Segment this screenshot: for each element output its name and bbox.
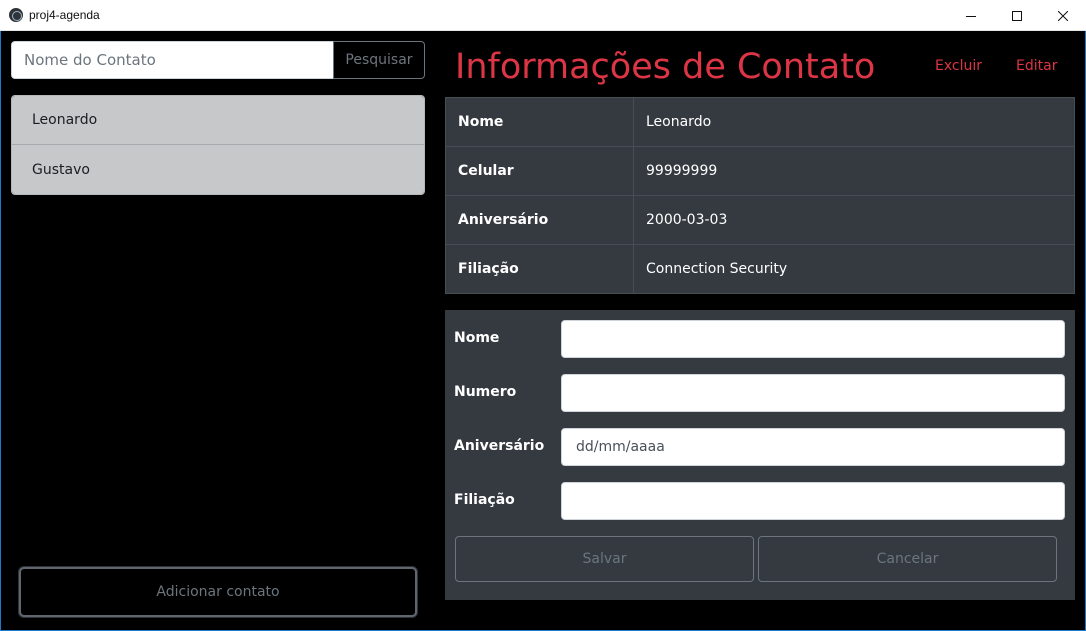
- save-button[interactable]: Salvar: [455, 536, 754, 582]
- maximize-icon[interactable]: [994, 0, 1040, 31]
- close-icon[interactable]: [1040, 0, 1086, 31]
- search-group: Pesquisar: [11, 41, 425, 79]
- info-value: Connection Security: [633, 244, 1075, 294]
- contact-form: Nome Numero Aniversário Filiação Salvar …: [445, 310, 1075, 600]
- table-row: Aniversário 2000-03-03: [445, 195, 1075, 245]
- form-row-birthday: Aniversário: [445, 428, 1075, 466]
- affiliation-label: Filiação: [454, 492, 515, 508]
- window-titlebar: proj4-agenda: [0, 0, 1086, 31]
- info-label: Celular: [445, 146, 634, 196]
- number-field[interactable]: [561, 374, 1065, 412]
- number-label: Numero: [454, 384, 517, 400]
- table-row: Filiação Connection Security: [445, 244, 1075, 294]
- delete-link[interactable]: Excluir: [935, 58, 982, 74]
- form-row-name: Nome: [445, 320, 1075, 358]
- info-value: 2000-03-03: [633, 195, 1075, 245]
- table-row: Nome Leonardo: [445, 97, 1075, 147]
- cancel-button[interactable]: Cancelar: [758, 536, 1057, 582]
- info-label: Nome: [445, 97, 634, 147]
- window-title: proj4-agenda: [29, 8, 100, 22]
- name-field[interactable]: [561, 320, 1065, 358]
- info-label: Filiação: [445, 244, 634, 294]
- app-icon: [9, 8, 23, 22]
- contact-item-leonardo[interactable]: Leonardo: [12, 96, 424, 145]
- add-contact-button[interactable]: Adicionar contato: [19, 567, 417, 617]
- search-input[interactable]: [11, 41, 333, 79]
- contact-item-gustavo[interactable]: Gustavo: [12, 145, 424, 194]
- contact-info-table: Nome Leonardo Celular 99999999 Aniversár…: [445, 97, 1075, 294]
- info-label: Aniversário: [445, 195, 634, 245]
- window-controls: [948, 0, 1086, 31]
- name-label: Nome: [454, 330, 500, 346]
- minimize-icon[interactable]: [948, 0, 994, 31]
- page-title: Informações de Contato: [455, 47, 876, 87]
- form-row-number: Numero: [445, 374, 1075, 412]
- search-button[interactable]: Pesquisar: [333, 41, 425, 79]
- birthday-label: Aniversário: [454, 438, 545, 454]
- birthday-field[interactable]: [561, 428, 1065, 466]
- form-row-affiliation: Filiação: [445, 482, 1075, 520]
- table-row: Celular 99999999: [445, 146, 1075, 196]
- contact-list: Leonardo Gustavo: [11, 95, 425, 195]
- edit-link[interactable]: Editar: [1016, 58, 1057, 74]
- info-value: Leonardo: [633, 97, 1075, 147]
- affiliation-field[interactable]: [561, 482, 1065, 520]
- info-value: 99999999: [633, 146, 1075, 196]
